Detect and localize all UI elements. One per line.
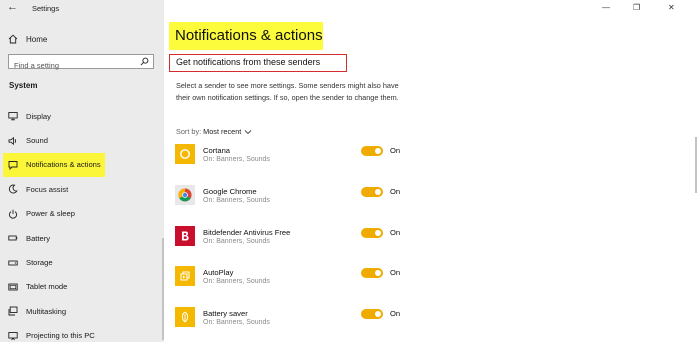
sidebar-item-power-sleep[interactable]: Power & sleep (0, 202, 164, 226)
sidebar-item-label: Battery (26, 233, 51, 243)
sidebar-item-label: Display (26, 111, 51, 121)
sender-row-google-chrome[interactable]: Google Chrome On: Banners, Sounds On (175, 184, 415, 226)
section-title: Get notifications from these senders (176, 57, 321, 67)
notification-toggle[interactable] (361, 186, 383, 197)
sidebar-item-display[interactable]: Display (0, 104, 164, 128)
sender-status: On: Banners, Sounds (203, 319, 270, 327)
power-icon (8, 209, 18, 219)
sender-name: AutoPlay (203, 268, 234, 278)
sender-status: On: Banners, Sounds (203, 237, 270, 245)
sort-dropdown[interactable]: Sort by: Most recent (176, 127, 252, 136)
sidebar-item-label: Notifications & actions (26, 160, 101, 170)
tablet-icon (8, 283, 18, 291)
sidebar-item-label: Tablet mode (26, 282, 68, 292)
sidebar-item-label: Power & sleep (26, 209, 75, 219)
toggle-state-label: On (390, 309, 401, 319)
sidebar-item-label: Projecting to this PC (26, 331, 95, 341)
sort-value: Most recent (203, 127, 242, 136)
projector-icon (8, 331, 18, 340)
sidebar-item-label: Sound (26, 136, 48, 146)
sidebar-item-storage[interactable]: Storage (0, 250, 164, 274)
sender-name: Battery saver (203, 309, 248, 319)
battery-icon (8, 235, 18, 241)
home-label: Home (26, 34, 48, 44)
toggle-state-label: On (390, 146, 401, 155)
section-heading-system: System (9, 81, 38, 90)
battery-saver-icon (175, 307, 195, 328)
sidebar-item-label: Focus assist (26, 184, 69, 194)
speaker-icon (8, 136, 17, 145)
sender-status: On: Banners, Sounds (203, 156, 270, 163)
storage-icon (8, 260, 18, 265)
chevron-down-icon (244, 129, 252, 134)
search-input[interactable] (9, 59, 134, 72)
sidebar-item-label: Multitasking (26, 306, 67, 316)
back-arrow-icon[interactable]: ← (7, 1, 18, 13)
autoplay-icon (175, 266, 195, 287)
description-text: Select a sender to see more settings. So… (176, 81, 399, 102)
sidebar: ← Settings Home System Display (0, 0, 164, 342)
sender-row-cortana[interactable]: Cortana On: Banners, Sounds On (175, 144, 415, 185)
sidebar-item-projecting[interactable]: Projecting to this PC (0, 324, 164, 342)
page-title: Notifications & actions (175, 27, 323, 44)
home-nav-item[interactable]: Home (8, 32, 47, 46)
sender-row-autoplay[interactable]: AutoPlay On: Banners, Sounds On (175, 266, 415, 307)
sidebar-nav: Display Sound Notifications & actions Fo… (0, 104, 164, 342)
multitasking-icon (8, 306, 18, 316)
notification-toggle[interactable] (361, 309, 383, 320)
chrome-icon (175, 184, 195, 205)
notification-toggle[interactable] (361, 227, 383, 238)
sender-name: Google Chrome (203, 186, 257, 196)
cortana-icon (175, 144, 195, 164)
app-title: Settings (32, 4, 60, 13)
sender-status: On: Banners, Sounds (203, 196, 270, 204)
sender-name: Bitdefender Antivirus Free (203, 227, 291, 237)
sidebar-item-notifications[interactable]: Notifications & actions (3, 152, 105, 178)
sort-label: Sort by: (176, 127, 202, 136)
minimize-button[interactable]: — (602, 3, 610, 12)
main-content: — ❐ ✕ Notifications & actions Get notifi… (164, 0, 700, 342)
notification-toggle[interactable] (361, 146, 383, 156)
sidebar-item-multitasking[interactable]: Multitasking (0, 299, 164, 323)
notification-toggle[interactable] (361, 268, 383, 279)
sidebar-item-label: Storage (26, 258, 53, 268)
maximize-button[interactable]: ❐ (633, 3, 640, 12)
moon-icon (8, 184, 18, 194)
toggle-state-label: On (390, 186, 401, 196)
title-bar: ← Settings (0, 0, 164, 18)
sender-status: On: Banners, Sounds (203, 278, 270, 286)
sidebar-item-focus-assist[interactable]: Focus assist (0, 177, 164, 201)
close-button[interactable]: ✕ (668, 3, 675, 12)
home-icon (8, 34, 18, 44)
search-box[interactable] (8, 54, 154, 72)
sender-list: Cortana On: Banners, Sounds On Google Ch… (175, 144, 415, 348)
sender-row-bitdefender[interactable]: Bitdefender Antivirus Free On: Banners, … (175, 225, 415, 267)
bitdefender-icon (175, 225, 195, 246)
sidebar-item-sound[interactable]: Sound (0, 128, 164, 152)
main-scrollbar[interactable] (695, 137, 697, 193)
sender-name: Cortana (203, 146, 231, 155)
toggle-state-label: On (390, 268, 401, 278)
monitor-icon (8, 112, 18, 121)
notification-icon (8, 161, 18, 170)
sidebar-item-battery[interactable]: Battery (0, 226, 164, 250)
search-icon[interactable] (140, 57, 149, 66)
toggle-state-label: On (390, 227, 401, 237)
sidebar-item-tablet-mode[interactable]: Tablet mode (0, 275, 164, 299)
